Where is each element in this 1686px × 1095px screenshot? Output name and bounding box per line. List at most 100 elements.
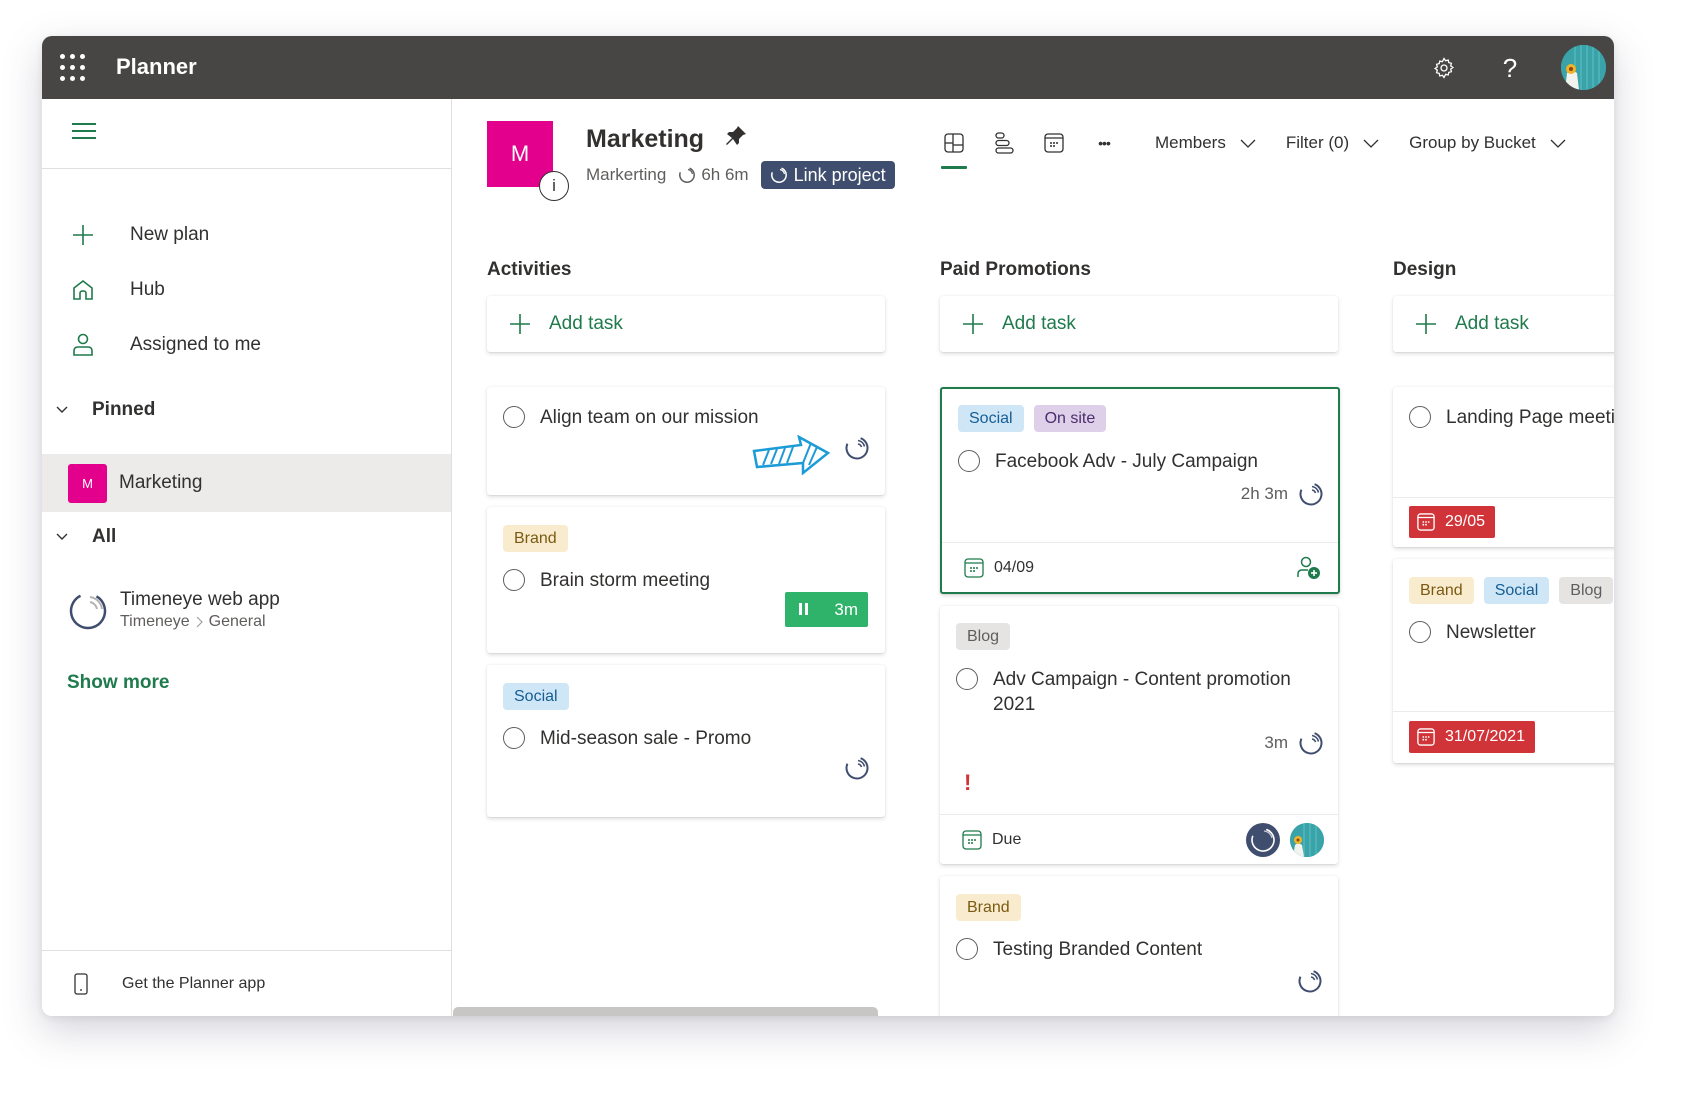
calendar-icon[interactable] — [1029, 123, 1079, 163]
nav-new-plan[interactable]: New plan — [42, 211, 451, 259]
all-section-toggle[interactable]: All — [42, 517, 451, 557]
board-area: M i Marketing Markerting 6h 6m Link proj… — [453, 99, 1614, 1016]
due-date: 29/05 — [1445, 513, 1486, 530]
due-date: 04/09 — [994, 558, 1035, 576]
plan-name: Timeneye web app — [120, 589, 280, 610]
nav-label: Hub — [130, 279, 165, 300]
pinned-section-toggle[interactable]: Pinned — [42, 390, 451, 430]
sidebar: New plan Hub Assigned to me Pinned M Mar… — [42, 99, 452, 1016]
plan-path: Timeneye General — [120, 611, 280, 633]
complete-task-checkbox[interactable] — [958, 450, 980, 472]
task-card[interactable]: Brand Social Blog Newsletter 31/07/2021 — [1393, 559, 1614, 763]
add-task-button[interactable]: Add task — [940, 296, 1338, 352]
task-card[interactable]: Brand Testing Branded Content — [940, 876, 1338, 1016]
task-card[interactable]: Social Mid-season sale - Promo — [487, 665, 885, 817]
horizontal-scrollbar[interactable] — [453, 1007, 878, 1016]
task-title: Facebook Adv - July Campaign — [995, 451, 1258, 472]
tracked-time-value: 6h 6m — [701, 165, 749, 184]
plan-list-item[interactable]: Timeneye web app Timeneye General — [68, 589, 280, 636]
nav-assigned-to-me[interactable]: Assigned to me — [42, 321, 451, 369]
home-icon — [72, 279, 112, 301]
task-card-selected[interactable]: Social On site Facebook Adv - July Campa… — [940, 387, 1340, 594]
start-timer-icon[interactable] — [1297, 968, 1323, 999]
pinned-plan-marketing[interactable]: M Marketing — [42, 454, 451, 512]
due-date: 31/07/2021 — [1445, 728, 1526, 745]
task-row: Brain storm meeting — [503, 568, 871, 593]
hamburger-menu-icon[interactable] — [72, 121, 96, 141]
nav-hub[interactable]: Hub — [42, 266, 451, 314]
due-date: Due — [992, 830, 1022, 848]
task-labels: Brand — [956, 894, 1021, 921]
user-avatar[interactable] — [1561, 45, 1606, 90]
plus-icon — [1415, 313, 1437, 335]
schedule-list-icon[interactable] — [979, 123, 1029, 163]
complete-task-checkbox[interactable] — [1409, 406, 1431, 428]
task-row: Mid-season sale - Promo — [503, 726, 871, 751]
get-app-link[interactable]: Get the Planner app — [42, 950, 451, 1016]
task-row: Landing Page meeting — [1409, 405, 1614, 430]
task-card[interactable]: Align team on our mission — [487, 387, 885, 495]
more-options-icon[interactable]: ••• — [1079, 123, 1129, 163]
task-title: Adv Campaign - Content promotion 2021 — [993, 669, 1291, 715]
pin-icon[interactable] — [724, 124, 748, 155]
group-by-dropdown[interactable]: Group by Bucket — [1409, 133, 1566, 153]
card-footer: 04/09 — [942, 542, 1338, 592]
card-footer: Due — [940, 814, 1338, 864]
task-title: Landing Page meeting — [1446, 407, 1614, 428]
calendar-icon — [1417, 513, 1435, 531]
start-timer-icon[interactable] — [844, 435, 870, 466]
complete-task-checkbox[interactable] — [1409, 621, 1431, 643]
complete-task-checkbox[interactable] — [956, 668, 978, 690]
task-title: Align team on our mission — [540, 407, 759, 428]
members-label: Members — [1155, 133, 1226, 152]
hint-arrow-icon — [751, 434, 831, 480]
label-on-site: On site — [1033, 405, 1107, 432]
task-card[interactable]: Blog Adv Campaign - Content promotion 20… — [940, 606, 1338, 864]
link-project-button[interactable]: Link project — [760, 161, 895, 189]
assignee-avatar-timeneye[interactable] — [1246, 823, 1280, 857]
plan-info-icon[interactable]: i — [539, 171, 569, 201]
plus-icon — [509, 313, 531, 335]
divider — [42, 168, 451, 169]
running-timer-button[interactable]: 3m — [785, 592, 868, 627]
complete-task-checkbox[interactable] — [503, 569, 525, 591]
tracked-time: 6h 6m — [678, 165, 749, 185]
start-timer-icon[interactable] — [844, 755, 870, 786]
task-timer[interactable]: 2h 3m — [1241, 481, 1324, 507]
plus-icon — [72, 224, 112, 246]
task-row: Testing Branded Content — [956, 937, 1324, 962]
task-timer[interactable]: 3m — [1264, 730, 1324, 756]
plan-badge: M — [68, 463, 107, 503]
add-task-button[interactable]: Add task — [1393, 296, 1614, 352]
pause-icon — [799, 600, 809, 620]
top-bar: Planner ? — [42, 36, 1614, 99]
board-view-icon[interactable] — [929, 123, 979, 169]
complete-task-checkbox[interactable] — [503, 406, 525, 428]
settings-gear-icon[interactable] — [1426, 50, 1462, 86]
task-card[interactable]: Brand Brain storm meeting 3m — [487, 507, 885, 653]
tracked-time-value: 2h 3m — [1240, 484, 1288, 503]
filter-dropdown[interactable]: Filter (0) — [1286, 133, 1379, 153]
calendar-icon — [964, 557, 984, 578]
bucket-title: Design — [1393, 259, 1457, 280]
timer-icon — [679, 167, 696, 183]
waffle-icon[interactable] — [60, 54, 88, 82]
filter-label: Filter (0) — [1285, 133, 1350, 152]
plan-group: Markerting — [586, 165, 667, 184]
help-question-icon[interactable]: ? — [1492, 50, 1528, 86]
complete-task-checkbox[interactable] — [956, 938, 978, 960]
show-more-link[interactable]: Show more — [67, 672, 169, 694]
members-dropdown[interactable]: Members — [1155, 133, 1256, 153]
assignee-avatar-user[interactable] — [1290, 823, 1324, 857]
task-title: Brain storm meeting — [540, 570, 711, 591]
add-task-button[interactable]: Add task — [487, 296, 885, 352]
assign-person-icon[interactable] — [1296, 555, 1322, 586]
all-header: All — [92, 526, 117, 547]
nav-label: New plan — [130, 224, 210, 245]
complete-task-checkbox[interactable] — [503, 727, 525, 749]
task-card[interactable]: Landing Page meeting 29/05 — [1393, 387, 1614, 547]
plan-path-channel: General — [208, 613, 266, 630]
timer-icon — [770, 167, 787, 183]
task-labels: Brand — [503, 525, 568, 552]
bucket-title: Activities — [487, 259, 572, 280]
